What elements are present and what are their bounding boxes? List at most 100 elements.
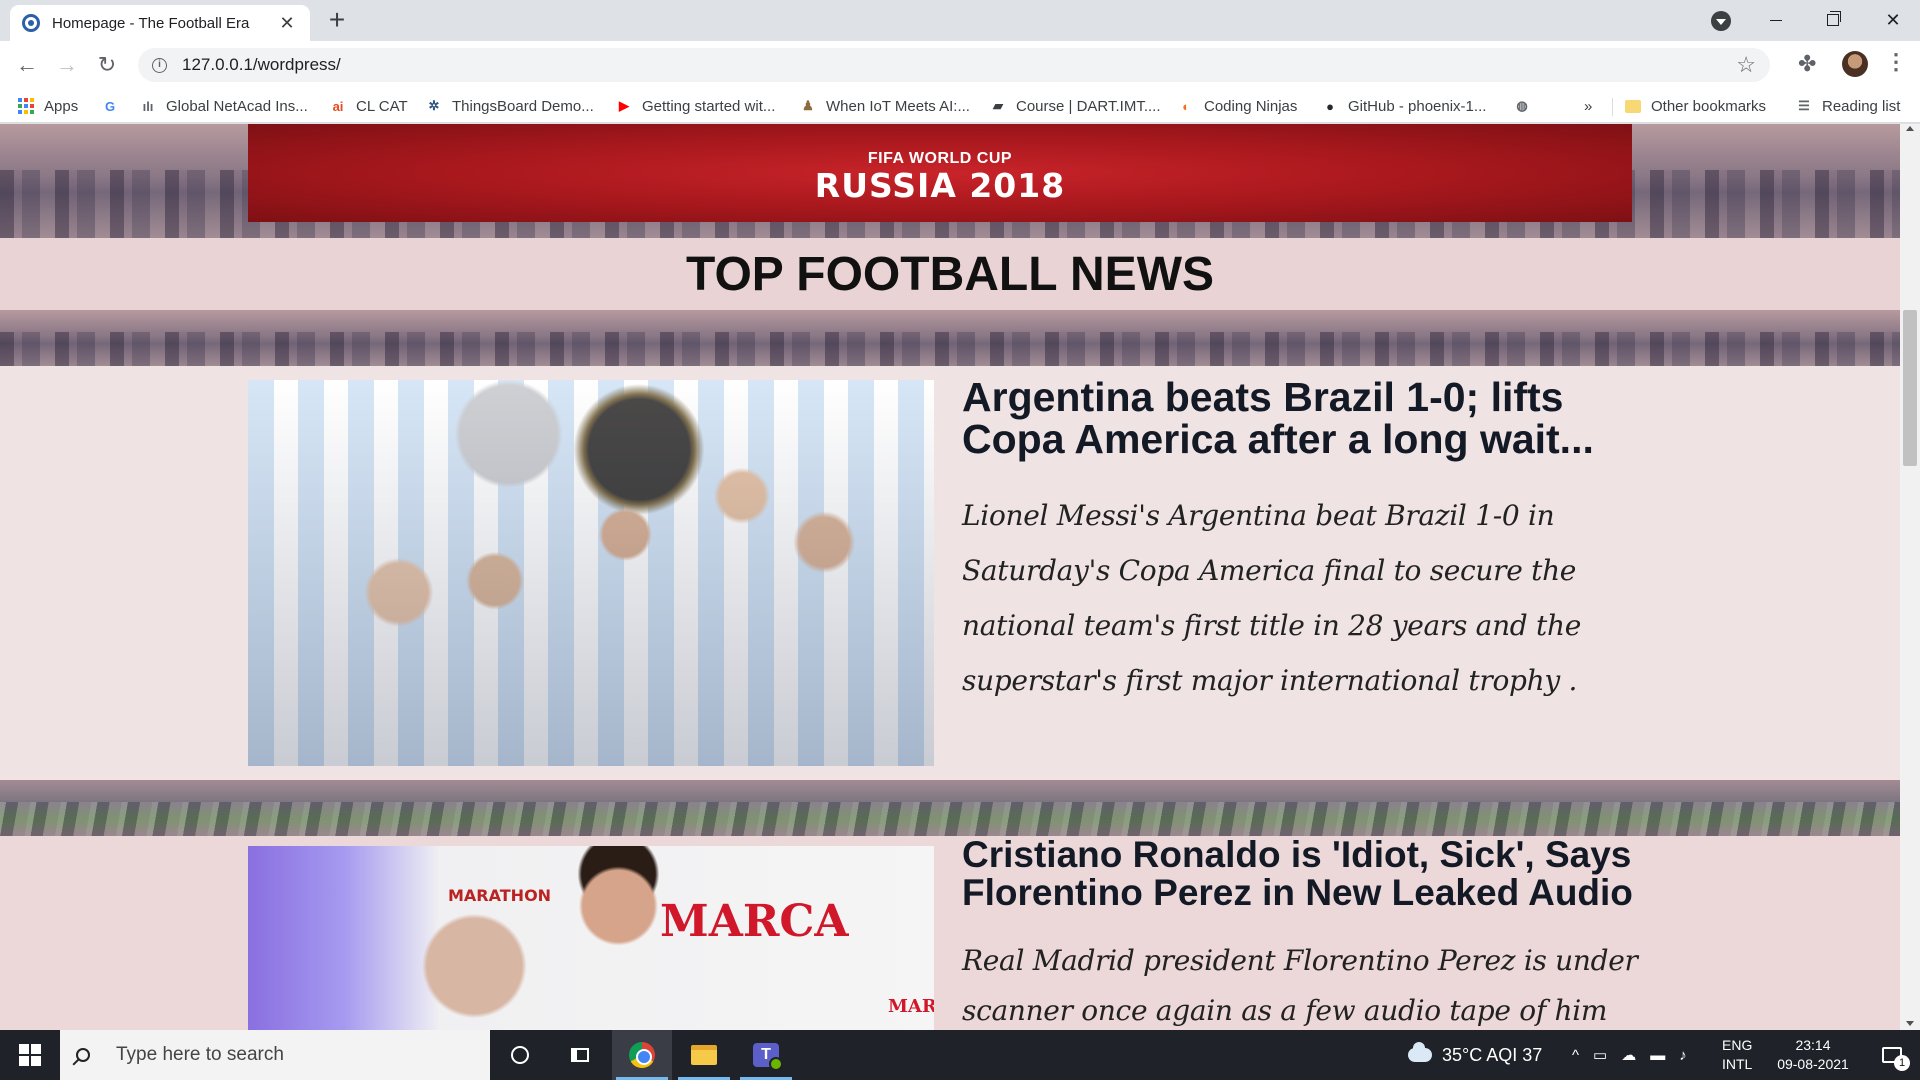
start-button[interactable] [0, 1030, 60, 1080]
scroll-down-arrow-icon[interactable] [1906, 1021, 1914, 1026]
page-scrollbar[interactable] [1900, 124, 1920, 1030]
meet-now-icon[interactable]: ▭ [1593, 1046, 1607, 1064]
reload-icon: ↻ [97, 52, 117, 77]
news-article: MARATHON MARCA MAR Cristiano Ronaldo is … [0, 836, 1900, 1030]
taskbar-search-box[interactable]: Type here to search [60, 1030, 490, 1080]
browser-tab[interactable]: Homepage - The Football Era ✕ [10, 5, 310, 41]
reload-button[interactable]: ↻ [89, 47, 125, 83]
bookmark-dart[interactable]: ▰ Course | DART.IMT.... [990, 95, 1161, 117]
tab-search-icon[interactable] [1711, 11, 1731, 31]
cisco-icon: ılı [142, 98, 154, 114]
dart-icon: ▰ [993, 98, 1003, 113]
bookmark-google[interactable]: G [102, 95, 128, 117]
notification-count-badge: 1 [1894, 1055, 1910, 1071]
fifa-world-cup-banner: FIFA WORLD CUP RUSSIA 2018 [248, 124, 1632, 222]
forward-button[interactable]: → [49, 47, 85, 83]
chrome-icon [629, 1042, 655, 1068]
bookmark-netacad[interactable]: ılı Global NetAcad Ins... [140, 95, 308, 117]
minimize-icon [1770, 19, 1782, 21]
new-tab-button[interactable]: + [322, 6, 352, 36]
github-icon: ● [1326, 98, 1334, 114]
section-title: TOP FOOTBALL NEWS [685, 247, 1215, 301]
action-center-button[interactable]: 1 [1864, 1030, 1920, 1080]
folder-icon [1625, 99, 1641, 113]
iot-icon: ♟ [802, 98, 814, 113]
city-skyline-divider [0, 310, 1900, 366]
folder-icon [691, 1045, 717, 1065]
close-tab-icon[interactable]: ✕ [276, 13, 298, 34]
bookmark-cl-cat[interactable]: ai CL CAT [330, 95, 408, 117]
section-header: TOP FOOTBALL NEWS [0, 238, 1900, 310]
address-bar[interactable]: i 127.0.0.1/wordpress/ ☆ [138, 48, 1770, 82]
battery-icon[interactable]: ▬ [1650, 1047, 1665, 1064]
thingsboard-icon: ✲ [428, 98, 440, 113]
windows-logo-icon [19, 1044, 41, 1066]
windows-taskbar: Type here to search T 35°C AQI 37 ^ ▭ ☁ … [0, 1030, 1920, 1080]
chevron-up-icon[interactable]: ^ [1572, 1047, 1579, 1064]
bookmark-globe[interactable]: ◍ [1514, 95, 1540, 117]
search-icon [76, 1048, 90, 1062]
task-view-icon [571, 1048, 589, 1062]
onedrive-cloud-icon[interactable]: ☁ [1621, 1046, 1636, 1064]
scroll-up-arrow-icon[interactable] [1906, 126, 1914, 131]
extensions-puzzle-icon[interactable]: ✤ [1798, 51, 1816, 77]
article-text: Cristiano Ronaldo is 'Idiot, Sick', Says… [962, 836, 1662, 1030]
cortana-button[interactable] [490, 1030, 550, 1080]
taskbar-chrome[interactable] [612, 1030, 672, 1080]
more-menu-icon[interactable]: ⋮ [1885, 49, 1907, 75]
task-view-button[interactable] [550, 1030, 610, 1080]
arrow-right-icon: → [56, 52, 78, 77]
ai-icon: ai [332, 98, 344, 114]
browser-toolbar: ← → ↻ i 127.0.0.1/wordpress/ ☆ ✤ ⋮ [0, 41, 1920, 89]
back-button[interactable]: ← [9, 47, 45, 83]
restore-icon [1827, 11, 1841, 26]
bookmark-apps[interactable]: Apps [18, 95, 78, 117]
bookmark-divider [1612, 98, 1613, 116]
taskbar-file-explorer[interactable] [674, 1030, 734, 1080]
banner-title: RUSSIA 2018 [814, 166, 1066, 205]
close-window-button[interactable]: ✕ [1866, 0, 1920, 40]
bookmark-star-icon[interactable]: ☆ [1736, 52, 1756, 78]
bookmark-label: Coding Ninjas [1204, 97, 1298, 115]
bookmark-label: Getting started wit... [642, 97, 776, 115]
article-text: Argentina beats Brazil 1-0; lifts Copa A… [962, 376, 1662, 708]
scrollbar-thumb[interactable] [1903, 310, 1917, 466]
bookmark-label: Other bookmarks [1651, 97, 1767, 115]
restore-button[interactable] [1806, 0, 1860, 40]
minimize-button[interactable] [1749, 0, 1803, 40]
globe-icon: ◍ [1516, 98, 1528, 113]
news-article: Argentina beats Brazil 1-0; lifts Copa A… [0, 366, 1900, 780]
bookmark-coding-ninjas[interactable]: ◐ Coding Ninjas [1178, 95, 1297, 117]
url-text[interactable]: 127.0.0.1/wordpress/ [182, 55, 341, 75]
bookmark-github[interactable]: ● GitHub - phoenix-1... [1322, 95, 1486, 117]
bookmark-youtube[interactable]: ▶ Getting started wit... [616, 95, 775, 117]
bookmarks-bar: Apps G ılı Global NetAcad Ins... ai CL C… [0, 89, 1920, 123]
site-info-icon[interactable]: i [152, 57, 167, 73]
weather-widget[interactable]: 35°C AQI 37 [1408, 1030, 1542, 1080]
article-headline[interactable]: Argentina beats Brazil 1-0; lifts Copa A… [962, 376, 1662, 460]
lang-code: ENG [1722, 1037, 1753, 1053]
coding-ninjas-icon: ◐ [1182, 98, 1190, 114]
bookmark-iot-ai[interactable]: ♟ When IoT Meets AI:... [800, 95, 970, 117]
clock-time: 23:14 [1795, 1037, 1831, 1053]
weather-text: 35°C AQI 37 [1442, 1044, 1543, 1065]
bookmark-thingsboard[interactable]: ✲ ThingsBoard Demo... [426, 95, 594, 117]
reading-list-icon: ☰ [1798, 98, 1810, 113]
taskbar-teams[interactable]: T [736, 1030, 796, 1080]
ronaldo-perez-image[interactable]: MARATHON MARCA MAR [248, 846, 934, 1030]
article-headline[interactable]: Cristiano Ronaldo is 'Idiot, Sick', Says… [962, 836, 1662, 912]
google-icon: G [104, 98, 116, 114]
taskbar-clock[interactable]: 23:14 09-08-2021 [1768, 1036, 1858, 1074]
reading-list-button[interactable]: ☰ Reading list [1796, 95, 1900, 117]
clock-date: 09-08-2021 [1777, 1056, 1849, 1072]
input-language-indicator[interactable]: ENG INTL [1722, 1036, 1752, 1074]
profile-avatar[interactable] [1842, 51, 1868, 77]
apps-grid-icon [18, 98, 34, 114]
argentina-celebration-image[interactable] [248, 380, 934, 766]
volume-icon[interactable]: ♪ [1679, 1047, 1687, 1064]
other-bookmarks-folder[interactable]: Other bookmarks [1625, 95, 1766, 117]
bookmarks-overflow-button[interactable]: » [1584, 95, 1592, 117]
article-excerpt: Lionel Messi's Argentina beat Brazil 1-0… [962, 499, 1581, 697]
bookmark-label: When IoT Meets AI:... [826, 97, 970, 115]
bookmark-label: Course | DART.IMT.... [1016, 97, 1161, 115]
